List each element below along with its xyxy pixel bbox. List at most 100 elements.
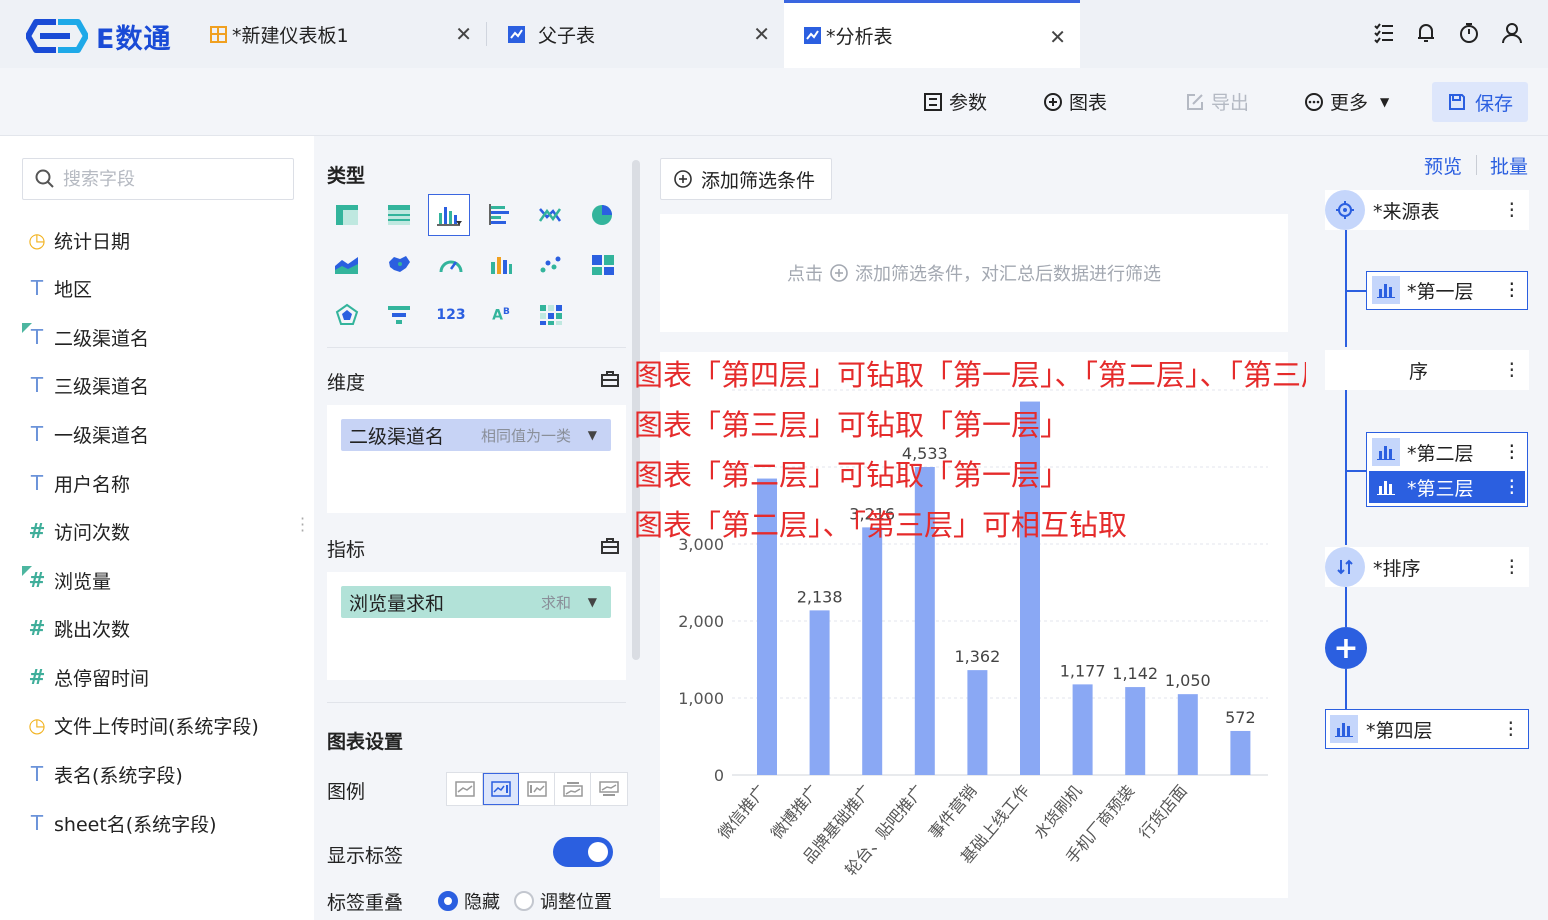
field-item[interactable]: Tsheet名(系统字段) bbox=[26, 808, 217, 838]
horizontal-bar-icon[interactable] bbox=[486, 200, 516, 230]
flow-node-sort-1[interactable]: 序 · · · bbox=[1325, 350, 1529, 390]
more-vertical-icon[interactable]: · · · bbox=[1509, 471, 1515, 503]
annotation-line-3: 图表「第二层」可钻取「第一层」 bbox=[634, 458, 1070, 492]
timer-icon[interactable] bbox=[1458, 22, 1480, 44]
plus-circle-icon[interactable] bbox=[829, 263, 849, 283]
search-input[interactable] bbox=[63, 168, 263, 190]
legend-right-option[interactable] bbox=[483, 773, 519, 805]
save-label: 保存 bbox=[1474, 92, 1513, 115]
measure-pill-label: 浏览量求和 bbox=[349, 592, 445, 615]
config-icon[interactable] bbox=[600, 536, 620, 556]
sort-partial-label: 序 bbox=[1409, 360, 1429, 383]
more-vertical-icon[interactable]: · · · bbox=[1509, 194, 1515, 226]
more-vertical-icon[interactable]: · · · bbox=[1509, 354, 1515, 386]
bell-icon[interactable] bbox=[1415, 22, 1437, 44]
caret-down-icon[interactable]: ▼ bbox=[588, 428, 597, 442]
dimension-pill-label: 二级渠道名 bbox=[349, 425, 445, 448]
line-chart-type-icon[interactable] bbox=[536, 200, 566, 230]
field-item[interactable]: T 三级渠道名 bbox=[26, 370, 149, 400]
used-field-marker bbox=[22, 323, 32, 333]
field-item[interactable]: # 总停留时间 bbox=[26, 662, 149, 692]
tab-label: 父子表 bbox=[538, 24, 596, 47]
more-vertical-icon[interactable]: · · · bbox=[1509, 551, 1515, 583]
flow-node-layer4[interactable]: *第四层 · · · bbox=[1325, 709, 1529, 749]
user-icon[interactable] bbox=[1501, 22, 1523, 44]
flow-node-layer2[interactable]: *第二层 · · · bbox=[1369, 436, 1525, 468]
legend-none-option[interactable] bbox=[447, 773, 483, 805]
text-field-icon: T bbox=[30, 811, 44, 835]
divider bbox=[1476, 155, 1477, 175]
map-chart-icon[interactable] bbox=[384, 250, 414, 280]
close-icon[interactable]: ✕ bbox=[455, 22, 472, 46]
pie-chart-type-icon[interactable] bbox=[588, 200, 618, 230]
chart-label: 图表 bbox=[1069, 92, 1108, 114]
radio-adjust[interactable]: 调整位置 bbox=[514, 888, 612, 914]
data-label: 2,138 bbox=[797, 587, 843, 606]
field-label: 统计日期 bbox=[54, 230, 131, 253]
flow-node-layer1[interactable]: *第一层 · · · bbox=[1369, 274, 1525, 306]
field-label: 访问次数 bbox=[54, 521, 131, 544]
batch-link[interactable]: 批量 bbox=[1490, 152, 1528, 179]
funnel-chart-icon[interactable] bbox=[384, 300, 414, 330]
word-cloud-icon[interactable]: AB bbox=[486, 300, 516, 330]
kpi-number-icon[interactable]: 123 bbox=[436, 300, 466, 330]
stacked-bar-icon[interactable] bbox=[486, 250, 516, 280]
config-icon[interactable] bbox=[600, 369, 620, 389]
scatter-chart-icon[interactable] bbox=[536, 250, 566, 280]
radio-checked-icon bbox=[438, 891, 458, 911]
radar-chart-icon[interactable] bbox=[332, 300, 362, 330]
flow-connector bbox=[1345, 587, 1347, 627]
search-box[interactable] bbox=[22, 158, 294, 200]
field-item[interactable]: T 二级渠道名 bbox=[22, 322, 149, 352]
show-label-label: 显示标签 bbox=[327, 845, 404, 867]
field-item[interactable]: T 一级渠道名 bbox=[26, 419, 149, 449]
save-button[interactable]: 保存 bbox=[1432, 82, 1528, 122]
caret-down-icon[interactable]: ▼ bbox=[588, 595, 597, 609]
tab-parent-child-table[interactable]: 父子表 ✕ bbox=[486, 0, 784, 68]
field-label: 三级渠道名 bbox=[54, 375, 150, 398]
add-node-button[interactable]: + bbox=[1325, 627, 1367, 669]
close-icon[interactable]: ✕ bbox=[1049, 25, 1066, 49]
dimension-pill[interactable]: 二级渠道名 相同值为一类 ▼ bbox=[341, 419, 611, 451]
preview-link[interactable]: 预览 bbox=[1424, 152, 1462, 179]
dimension-drop-area[interactable]: 二级渠道名 相同值为一类 ▼ bbox=[327, 405, 626, 513]
field-item[interactable]: T 用户名称 bbox=[26, 468, 130, 498]
field-item[interactable]: # 跳出次数 bbox=[26, 613, 130, 643]
gauge-chart-icon[interactable] bbox=[436, 250, 466, 280]
bar-chart-type-icon[interactable] bbox=[428, 194, 470, 236]
radio-hide[interactable]: 隐藏 bbox=[438, 888, 500, 914]
legend-bottom-option[interactable] bbox=[591, 773, 627, 805]
more-vertical-icon[interactable]: · · · bbox=[1508, 713, 1514, 745]
area-chart-icon[interactable] bbox=[332, 250, 362, 280]
resize-handle-icon[interactable]: · · · bbox=[300, 511, 305, 539]
export-button[interactable]: 导出 bbox=[1185, 88, 1249, 115]
measure-pill[interactable]: 浏览量求和 求和 ▼ bbox=[341, 586, 611, 618]
field-item[interactable]: ◷ 文件上传时间(系统字段) bbox=[26, 710, 259, 740]
tab-new-dashboard[interactable]: *新建仪表板1 ✕ bbox=[188, 0, 486, 68]
overlap-label: 标签重叠 bbox=[327, 892, 404, 914]
cross-table-icon[interactable] bbox=[332, 200, 362, 230]
field-label: 文件上传时间(系统字段) bbox=[54, 715, 259, 738]
add-chart-button[interactable]: 图表 bbox=[1043, 88, 1107, 115]
legend-top-option[interactable] bbox=[555, 773, 591, 805]
field-item[interactable]: T 地区 bbox=[26, 273, 92, 303]
add-filter-button[interactable]: 添加筛选条件 bbox=[660, 158, 832, 200]
heatmap-chart-icon[interactable] bbox=[536, 300, 566, 330]
more-vertical-icon[interactable]: · · · bbox=[1509, 436, 1515, 468]
measure-drop-area[interactable]: 浏览量求和 求和 ▼ bbox=[327, 572, 626, 680]
field-item[interactable]: # 浏览量 bbox=[22, 565, 111, 595]
tab-analysis-table[interactable]: *分析表 ✕ bbox=[784, 0, 1080, 68]
flow-node-layer3[interactable]: *第三层 · · · bbox=[1369, 471, 1525, 503]
params-button[interactable]: 参数 bbox=[923, 88, 987, 115]
field-item[interactable]: T 表名(系统字段) bbox=[26, 759, 183, 789]
legend-left-option[interactable] bbox=[519, 773, 555, 805]
task-list-icon[interactable] bbox=[1373, 22, 1395, 44]
more-button[interactable]: 更多 ▼ bbox=[1304, 88, 1389, 115]
show-label-toggle[interactable] bbox=[553, 837, 613, 867]
field-item[interactable]: ◷ 统计日期 bbox=[26, 225, 130, 255]
treemap-chart-icon[interactable] bbox=[588, 250, 618, 280]
more-vertical-icon[interactable]: · · · bbox=[1509, 274, 1515, 306]
detail-table-icon[interactable] bbox=[384, 200, 414, 230]
close-icon[interactable]: ✕ bbox=[753, 22, 770, 46]
field-item[interactable]: # 访问次数 bbox=[26, 516, 130, 546]
